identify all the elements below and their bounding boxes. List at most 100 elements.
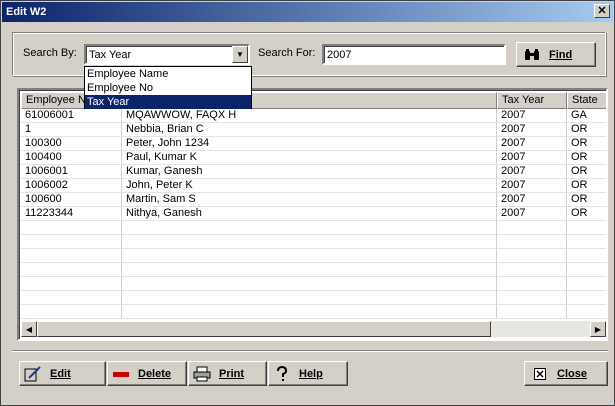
employee-grid[interactable]: Employee No Tax Year State 61006001 MQAWWOW… — [17, 88, 608, 341]
table-cell: John, Peter K — [122, 179, 497, 193]
search-for-input[interactable]: 2007 — [322, 44, 506, 65]
table-cell: 2007 — [497, 123, 567, 137]
table-row[interactable] — [21, 235, 606, 249]
table-row[interactable] — [21, 291, 606, 305]
print-button[interactable]: Print — [188, 361, 267, 386]
table-cell: 2007 — [497, 151, 567, 165]
table-cell: OR — [567, 137, 606, 151]
close-label: Close — [557, 367, 587, 380]
table-cell — [122, 263, 497, 277]
table-cell — [122, 249, 497, 263]
table-cell — [21, 221, 122, 235]
table-cell: 2007 — [497, 109, 567, 123]
table-cell — [122, 305, 497, 319]
table-cell — [497, 221, 567, 235]
table-row[interactable] — [21, 277, 606, 291]
column-header[interactable]: Tax Year — [497, 92, 567, 109]
table-cell: OR — [567, 165, 606, 179]
search-by-dropdown: Employee Name Employee No Tax Year — [84, 66, 252, 109]
dropdown-option[interactable]: Employee Name — [85, 67, 251, 81]
table-cell — [567, 249, 606, 263]
column-header[interactable]: State — [567, 92, 606, 109]
table-row[interactable] — [21, 249, 606, 263]
table-cell: Martin, Sam S — [122, 193, 497, 207]
edit-button[interactable]: Edit — [19, 361, 106, 386]
print-label: Print — [219, 367, 245, 380]
table-cell: OR — [567, 179, 606, 193]
window-close-button[interactable]: ✕ — [594, 4, 610, 18]
table-cell: 2007 — [497, 137, 567, 151]
table-row[interactable] — [21, 305, 606, 319]
table-cell: 11223344 — [21, 207, 122, 221]
table-cell: 61006001 — [21, 109, 122, 123]
edit-w2-window: Edit W2 ✕ Search By: Tax Year ▼ Employee… — [0, 0, 615, 406]
x-box-icon — [531, 367, 549, 380]
table-cell — [497, 263, 567, 277]
table-cell — [122, 291, 497, 305]
delete-icon — [112, 370, 130, 378]
delete-label: Delete — [138, 367, 172, 380]
table-cell: 2007 — [497, 207, 567, 221]
table-row[interactable]: 1 Nebbia, Brian C 2007 OR — [21, 123, 606, 137]
table-row[interactable]: 11223344 Nithya, Ganesh 2007 OR — [21, 207, 606, 221]
search-by-select[interactable]: Tax Year ▼ — [84, 44, 250, 65]
table-row[interactable]: 100400 Paul, Kumar K 2007 OR — [21, 151, 606, 165]
table-cell: Nithya, Ganesh — [122, 207, 497, 221]
table-row[interactable]: 61006001 MQAWWOW, FAQX H 2007 GA — [21, 109, 606, 123]
table-cell — [567, 221, 606, 235]
table-cell: Peter, John 1234 — [122, 137, 497, 151]
question-icon — [273, 365, 291, 382]
table-cell — [21, 305, 122, 319]
bottom-separator — [12, 350, 608, 352]
table-cell: 2007 — [497, 179, 567, 193]
table-cell — [21, 235, 122, 249]
search-for-value: 2007 — [327, 49, 352, 61]
search-by-label: Search By: — [23, 47, 77, 59]
table-cell — [21, 263, 122, 277]
find-label: Find — [549, 48, 573, 61]
table-cell — [497, 249, 567, 263]
table-cell — [21, 249, 122, 263]
table-cell: 1006002 — [21, 179, 122, 193]
window-title: Edit W2 — [6, 6, 47, 18]
table-cell: OR — [567, 123, 606, 137]
table-cell: Kumar, Ganesh — [122, 165, 497, 179]
horizontal-scrollbar[interactable]: ◀ ▶ — [21, 321, 606, 337]
scroll-left-button[interactable]: ◀ — [21, 321, 37, 337]
table-cell: OR — [567, 193, 606, 207]
delete-button[interactable]: Delete — [107, 361, 187, 386]
table-cell — [497, 235, 567, 249]
edit-label: Edit — [50, 367, 71, 380]
table-row[interactable]: 1006001 Kumar, Ganesh 2007 OR — [21, 165, 606, 179]
help-button[interactable]: Help — [268, 361, 348, 386]
close-icon: ✕ — [597, 4, 607, 17]
table-cell — [567, 277, 606, 291]
table-row[interactable] — [21, 221, 606, 235]
search-for-label: Search For: — [258, 47, 316, 59]
binoculars-icon — [523, 48, 541, 61]
table-cell: OR — [567, 207, 606, 221]
table-cell — [567, 235, 606, 249]
table-cell — [497, 305, 567, 319]
table-row[interactable]: 100600 Martin, Sam S 2007 OR — [21, 193, 606, 207]
scroll-thumb[interactable] — [37, 321, 491, 337]
table-cell — [497, 277, 567, 291]
table-cell — [21, 291, 122, 305]
table-row[interactable]: 1006002 John, Peter K 2007 OR — [21, 179, 606, 193]
table-row[interactable] — [21, 263, 606, 277]
dropdown-arrow-button[interactable]: ▼ — [232, 46, 248, 63]
table-cell — [567, 263, 606, 277]
title-bar: Edit W2 ✕ — [2, 2, 613, 22]
table-cell — [21, 277, 122, 291]
chevron-down-icon: ▼ — [236, 50, 244, 59]
scroll-right-button[interactable]: ▶ — [590, 321, 606, 337]
pencil-icon — [24, 365, 42, 382]
dropdown-option[interactable]: Tax Year — [85, 95, 251, 109]
table-cell — [122, 277, 497, 291]
table-row[interactable]: 100300 Peter, John 1234 2007 OR — [21, 137, 606, 151]
close-button[interactable]: Close — [524, 361, 608, 386]
table-cell — [122, 235, 497, 249]
find-button[interactable]: Find — [516, 42, 596, 67]
dropdown-option[interactable]: Employee No — [85, 81, 251, 95]
table-cell: 1006001 — [21, 165, 122, 179]
